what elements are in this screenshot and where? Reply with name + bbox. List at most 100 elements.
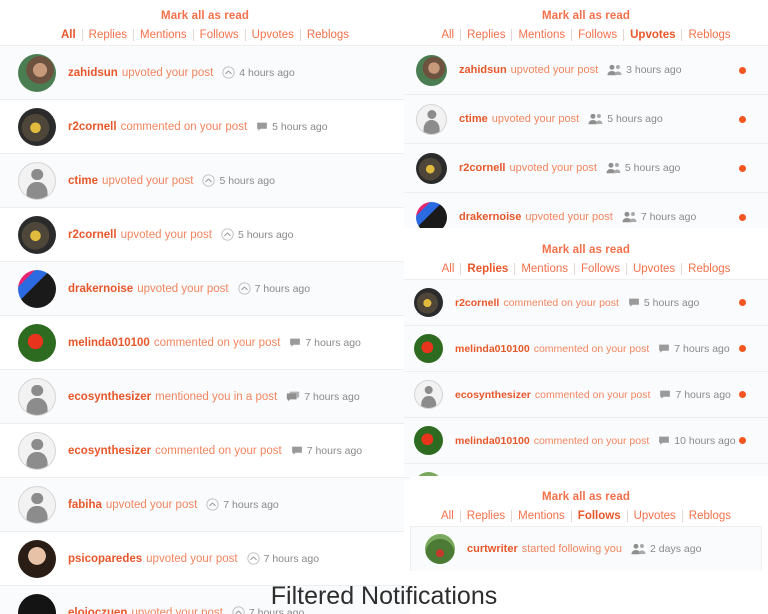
notification-row[interactable]: melinda010100 commented on your post 10 ho…	[404, 418, 768, 464]
notification-row[interactable]: zahidsun upvoted your post 3 hours ago	[404, 46, 768, 95]
username-link[interactable]: zahidsun	[459, 64, 507, 76]
username-link[interactable]: r2cornell	[455, 297, 499, 309]
mark-all-as-read-button[interactable]: Mark all as read	[161, 10, 249, 22]
tab-mentions[interactable]: Mentions	[515, 263, 574, 275]
tab-upvotes[interactable]: Upvotes	[628, 510, 682, 522]
username-link[interactable]: ecosynthesizer	[455, 389, 531, 401]
tab-reblogs[interactable]: Reblogs	[683, 510, 737, 522]
avatar[interactable]	[18, 107, 56, 146]
avatar[interactable]	[416, 201, 447, 228]
unread-indicator-dot[interactable]	[739, 437, 746, 444]
avatar[interactable]	[18, 539, 56, 578]
avatar[interactable]	[416, 54, 447, 86]
notification-row[interactable]: ecosynthesizer mentioned you in a post 7 h…	[0, 370, 410, 424]
notification-list-upvotes[interactable]: zahidsun upvoted your post 3 hours ago ctim…	[404, 45, 768, 228]
tab-upvotes[interactable]: Upvotes	[246, 29, 300, 41]
username-link[interactable]: fabiha	[68, 499, 102, 511]
mark-all-as-read-button[interactable]: Mark all as read	[542, 244, 630, 256]
tab-upvotes[interactable]: Upvotes	[624, 29, 681, 41]
username-link[interactable]: melinda010100	[455, 343, 530, 355]
unread-indicator-dot[interactable]	[739, 213, 746, 221]
unread-indicator-dot[interactable]	[739, 299, 746, 306]
mark-all-as-read-button[interactable]: Mark all as read	[542, 10, 630, 22]
mark-all-as-read-button[interactable]: Mark all as read	[542, 491, 630, 503]
username-link[interactable]: ctime	[459, 113, 488, 125]
avatar[interactable]	[414, 334, 443, 363]
unread-indicator-dot[interactable]	[739, 164, 746, 172]
username-link[interactable]: melinda010100	[455, 435, 530, 447]
notification-list-replies[interactable]: r2cornell commented on your post 5 hours a…	[404, 279, 768, 476]
username-link[interactable]: zahidsun	[68, 67, 118, 79]
tab-mentions[interactable]: Mentions	[134, 29, 193, 41]
notification-row[interactable]: melinda010100 commented on your post 7 hou…	[404, 326, 768, 372]
tab-replies[interactable]: Replies	[461, 263, 514, 275]
unread-indicator-dot[interactable]	[739, 345, 746, 352]
tab-replies[interactable]: Replies	[461, 510, 511, 522]
avatar[interactable]	[18, 269, 56, 308]
notification-row[interactable]: r2cornell upvoted your post 5 hours ago	[404, 144, 768, 193]
unread-indicator-dot[interactable]	[739, 391, 746, 398]
notification-row[interactable]: zahidsun upvoted your post 4 hours ago	[0, 46, 410, 100]
notification-row[interactable]: ctime upvoted your post 5 hours ago	[404, 95, 768, 144]
username-link[interactable]: ecosynthesizer	[68, 391, 151, 403]
username-link[interactable]: r2cornell	[68, 229, 117, 241]
notification-row[interactable]: r2cornell upvoted your post 5 hours ago	[0, 208, 410, 262]
tab-follows[interactable]: Follows	[575, 263, 626, 275]
notification-row[interactable]: ctime upvoted your post 5 hours ago	[0, 154, 410, 208]
avatar[interactable]	[18, 53, 56, 92]
notification-row[interactable]: fabiha upvoted your post 7 hours ago	[0, 478, 410, 532]
notification-row[interactable]: ecosynthesizer commented on your post 7 ho…	[0, 424, 410, 478]
tab-reblogs[interactable]: Reblogs	[682, 263, 736, 275]
notification-row[interactable]: ecosynthesizer commented on your post 7 ho…	[404, 372, 768, 418]
avatar[interactable]	[416, 103, 447, 135]
avatar[interactable]	[18, 215, 56, 254]
avatar[interactable]	[18, 377, 56, 416]
notification-list-all[interactable]: zahidsun upvoted your post 4 hours ago r2co…	[0, 45, 410, 614]
tab-follows[interactable]: Follows	[572, 510, 627, 522]
username-link[interactable]: r2cornell	[459, 162, 505, 174]
avatar[interactable]	[18, 161, 56, 200]
tab-replies[interactable]: Replies	[83, 29, 133, 41]
username-link[interactable]: drakernoise	[459, 211, 521, 223]
notification-row[interactable]: drakernoise upvoted your post 7 hours ago	[404, 193, 768, 228]
tab-replies[interactable]: Replies	[461, 29, 511, 41]
notification-row[interactable]: r2cornell commented on your post 5 hours a…	[404, 280, 768, 326]
notification-action: upvoted your post	[525, 211, 613, 223]
avatar[interactable]	[18, 431, 56, 470]
avatar[interactable]	[425, 534, 455, 564]
unread-indicator-dot[interactable]	[739, 66, 746, 74]
username-link[interactable]: melinda010100	[68, 337, 150, 349]
avatar[interactable]	[414, 288, 443, 317]
avatar[interactable]	[18, 323, 56, 362]
username-link[interactable]: ecosynthesizer	[68, 445, 151, 457]
tab-mentions[interactable]: Mentions	[512, 510, 571, 522]
notification-row[interactable]: melinda010100 commented on your post 7 hou…	[0, 316, 410, 370]
notification-row[interactable]: curtwriter started following you 2 days ag…	[411, 527, 761, 571]
tab-all[interactable]: All	[435, 29, 460, 41]
unread-indicator-dot[interactable]	[739, 115, 746, 123]
username-link[interactable]: r2cornell	[68, 121, 117, 133]
avatar[interactable]	[18, 485, 56, 524]
tab-reblogs[interactable]: Reblogs	[301, 29, 355, 41]
avatar[interactable]	[414, 380, 443, 409]
notification-row[interactable]	[404, 464, 768, 476]
tab-all[interactable]: All	[435, 510, 460, 522]
tab-upvotes[interactable]: Upvotes	[627, 263, 681, 275]
avatar[interactable]	[416, 152, 447, 184]
tab-reblogs[interactable]: Reblogs	[682, 29, 736, 41]
username-link[interactable]: psicoparedes	[68, 553, 142, 565]
notification-row[interactable]: r2cornell commented on your post 5 hours a…	[0, 100, 410, 154]
username-link[interactable]: ctime	[68, 175, 98, 187]
username-link[interactable]: curtwriter	[467, 543, 518, 555]
notification-row[interactable]: psicoparedes upvoted your post 7 hours ago	[0, 532, 410, 586]
avatar[interactable]	[414, 426, 443, 455]
avatar[interactable]	[414, 472, 443, 476]
notification-list-follows[interactable]: curtwriter started following you 2 days ag…	[410, 526, 762, 571]
tab-mentions[interactable]: Mentions	[512, 29, 571, 41]
tab-follows[interactable]: Follows	[572, 29, 623, 41]
notification-row[interactable]: drakernoise upvoted your post 7 hours ago	[0, 262, 410, 316]
username-link[interactable]: drakernoise	[68, 283, 133, 295]
tab-follows[interactable]: Follows	[194, 29, 245, 41]
tab-all[interactable]: All	[55, 29, 82, 41]
tab-all[interactable]: All	[436, 263, 461, 275]
